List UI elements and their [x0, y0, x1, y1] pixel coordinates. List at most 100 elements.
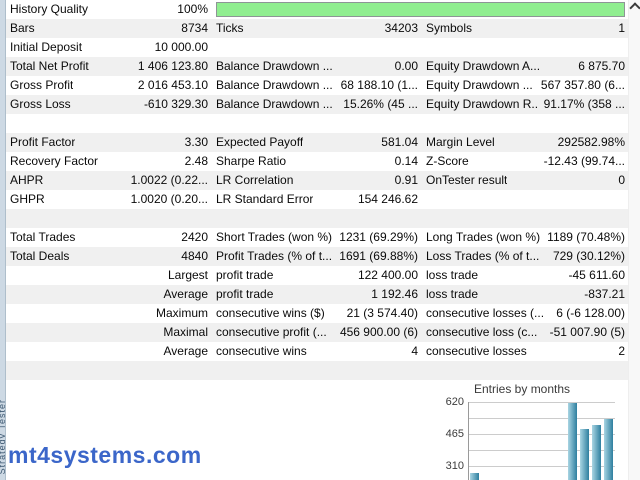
cell-label: Total Deals — [10, 247, 69, 266]
table-cell: Loss Trades (% of t...729 (30.12%) — [422, 247, 629, 266]
chart-gridline — [468, 402, 615, 403]
table-cell: Long Trades (won %)1189 (70.48%) — [422, 228, 629, 247]
table-row: Gross Profit2 016 453.10Balance Drawdown… — [6, 76, 629, 95]
cell-value: -51 007.90 (5) — [544, 323, 625, 342]
cell-label: Profit Trades (% of t... — [216, 247, 332, 266]
table-cell: Gross Profit2 016 453.10 — [6, 76, 212, 95]
table-row: Maximumconsecutive wins ($)21 (3 574.40)… — [6, 304, 629, 323]
cell-label: Initial Deposit — [10, 38, 82, 57]
cell-label: LR Correlation — [216, 171, 293, 190]
cell-value: 1.0020 (0.20... — [125, 190, 208, 209]
table-cell: Total Trades 2420 — [6, 228, 212, 247]
table-cell: Balance Drawdown ...68 188.10 (1... — [212, 76, 422, 95]
table-row: Total Net Profit1 406 123.80Balance Draw… — [6, 57, 629, 76]
table-cell — [212, 38, 422, 57]
cell-label: Z-Score — [426, 152, 469, 171]
separator-row — [6, 209, 629, 228]
cell-value: Average — [158, 285, 208, 304]
table-cell: Recovery Factor2.48 — [6, 152, 212, 171]
cell-label: AHPR — [10, 171, 43, 190]
table-cell: Gross Loss-610 329.30 — [6, 95, 212, 114]
cell-value: 2420 — [175, 228, 208, 247]
cell-label: History Quality — [10, 0, 88, 19]
cell-label: LR Standard Error — [216, 190, 313, 209]
cell-value: 1.0022 (0.22... — [125, 171, 208, 190]
cell-value: 15.26% (45 ... — [337, 95, 418, 114]
cell-label: Balance Drawdown ... — [216, 95, 333, 114]
cell-label: Equity Drawdown A... — [426, 57, 540, 76]
cell-value: 567 357.80 (6... — [535, 76, 625, 95]
cell-value: Maximum — [150, 304, 208, 323]
cell-label: OnTester result — [426, 171, 507, 190]
table-row: Bars8734Ticks34203Symbols1 — [6, 19, 629, 38]
table-cell: consecutive losses (...6 (-6 128.00) — [422, 304, 629, 323]
cell-value: 122 400.00 — [352, 266, 418, 285]
table-cell: AHPR 1.0022 (0.22... — [6, 171, 212, 190]
history-quality-progressbar — [216, 2, 625, 17]
cell-label: GHPR — [10, 190, 45, 209]
cell-value: 3.30 — [179, 133, 208, 152]
table-cell: LR Standard Error 154 246.62 — [212, 190, 422, 209]
cell-label: Long Trades (won %) — [426, 228, 540, 247]
cell-value — [619, 190, 625, 209]
table-cell: loss trade-45 611.60 — [422, 266, 629, 285]
cell-label: profit trade — [216, 285, 273, 304]
table-cell: Equity Drawdown A...6 875.70 — [422, 57, 629, 76]
cell-value: 4 — [405, 342, 418, 361]
entries-by-months-chart: Entries by months 620465310 — [440, 380, 623, 480]
cell-label: consecutive losses (... — [426, 304, 544, 323]
cell-label: Equity Drawdown R... — [426, 95, 538, 114]
strategy-tester-tab-label[interactable]: Strategy Tester — [0, 399, 6, 474]
table-cell: consecutive profit (...456 900.00 (6) — [212, 323, 422, 342]
cell-value: 292582.98% — [552, 133, 625, 152]
cell-label: consecutive loss (c... — [426, 323, 537, 342]
table-cell: loss trade-837.21 — [422, 285, 629, 304]
chart-bar — [568, 403, 577, 480]
backtest-report-table: History Quality100%Bars8734Ticks34203Sym… — [6, 0, 629, 380]
cell-value: Maximal — [157, 323, 208, 342]
cell-label: Gross Loss — [10, 95, 71, 114]
table-cell: GHPR 1.0020 (0.20... — [6, 190, 212, 209]
table-cell: Average — [6, 342, 212, 361]
cell-label: Total Trades — [10, 228, 75, 247]
chart-gridline — [468, 418, 615, 419]
table-cell: Total Deals 4840 — [6, 247, 212, 266]
cell-label: Balance Drawdown ... — [216, 57, 333, 76]
table-cell: Z-Score-12.43 (99.74... — [422, 152, 629, 171]
table-cell: Expected Payoff581.04 — [212, 133, 422, 152]
cell-value: 1231 (69.29%) — [333, 228, 418, 247]
table-cell: Margin Level292582.98% — [422, 133, 629, 152]
table-cell: Maximum — [6, 304, 212, 323]
table-row: AHPR 1.0022 (0.22... LR Correlation 0.91 OnT… — [6, 171, 629, 190]
cell-value: 68 188.10 (1... — [335, 76, 418, 95]
chart-y-axis — [468, 402, 469, 480]
table-cell: profit trade122 400.00 — [212, 266, 422, 285]
cell-value: 2 — [612, 342, 625, 361]
cell-label: consecutive losses — [426, 342, 527, 361]
cell-label: consecutive profit (... — [216, 323, 327, 342]
cell-value: 1 — [612, 19, 625, 38]
chart-title: Entries by months — [474, 382, 570, 396]
cell-value: 0.91 — [389, 171, 418, 190]
table-row: History Quality100% — [6, 0, 629, 19]
cell-label: Short Trades (won %) — [216, 228, 332, 247]
vertical-scrollbar[interactable] — [628, 0, 640, 480]
cell-value: 10 000.00 — [149, 38, 208, 57]
progress-cell — [212, 0, 629, 19]
cell-label: Bars — [10, 19, 35, 38]
table-cell: Balance Drawdown ... 0.00 — [212, 57, 422, 76]
chart-ytick-label: 620 — [440, 397, 464, 408]
table-row: Largestprofit trade122 400.00loss trade-… — [6, 266, 629, 285]
chart-ytick-label: 465 — [440, 429, 464, 440]
cell-label: Sharpe Ratio — [216, 152, 286, 171]
table-row: Averageprofit trade1 192.46loss trade-83… — [6, 285, 629, 304]
scroll-up-button[interactable] — [629, 4, 640, 18]
table-row: Recovery Factor2.48Sharpe Ratio0.14Z-Sco… — [6, 152, 629, 171]
table-cell: Equity Drawdown R...91.17% (358 ... — [422, 95, 629, 114]
cell-value: 4840 — [175, 247, 208, 266]
cell-value: 0.00 — [389, 57, 418, 76]
cell-value: 154 246.62 — [352, 190, 418, 209]
table-cell: Equity Drawdown ...567 357.80 (6... — [422, 76, 629, 95]
table-cell: Profit Factor3.30 — [6, 133, 212, 152]
cell-label: Symbols — [426, 19, 472, 38]
